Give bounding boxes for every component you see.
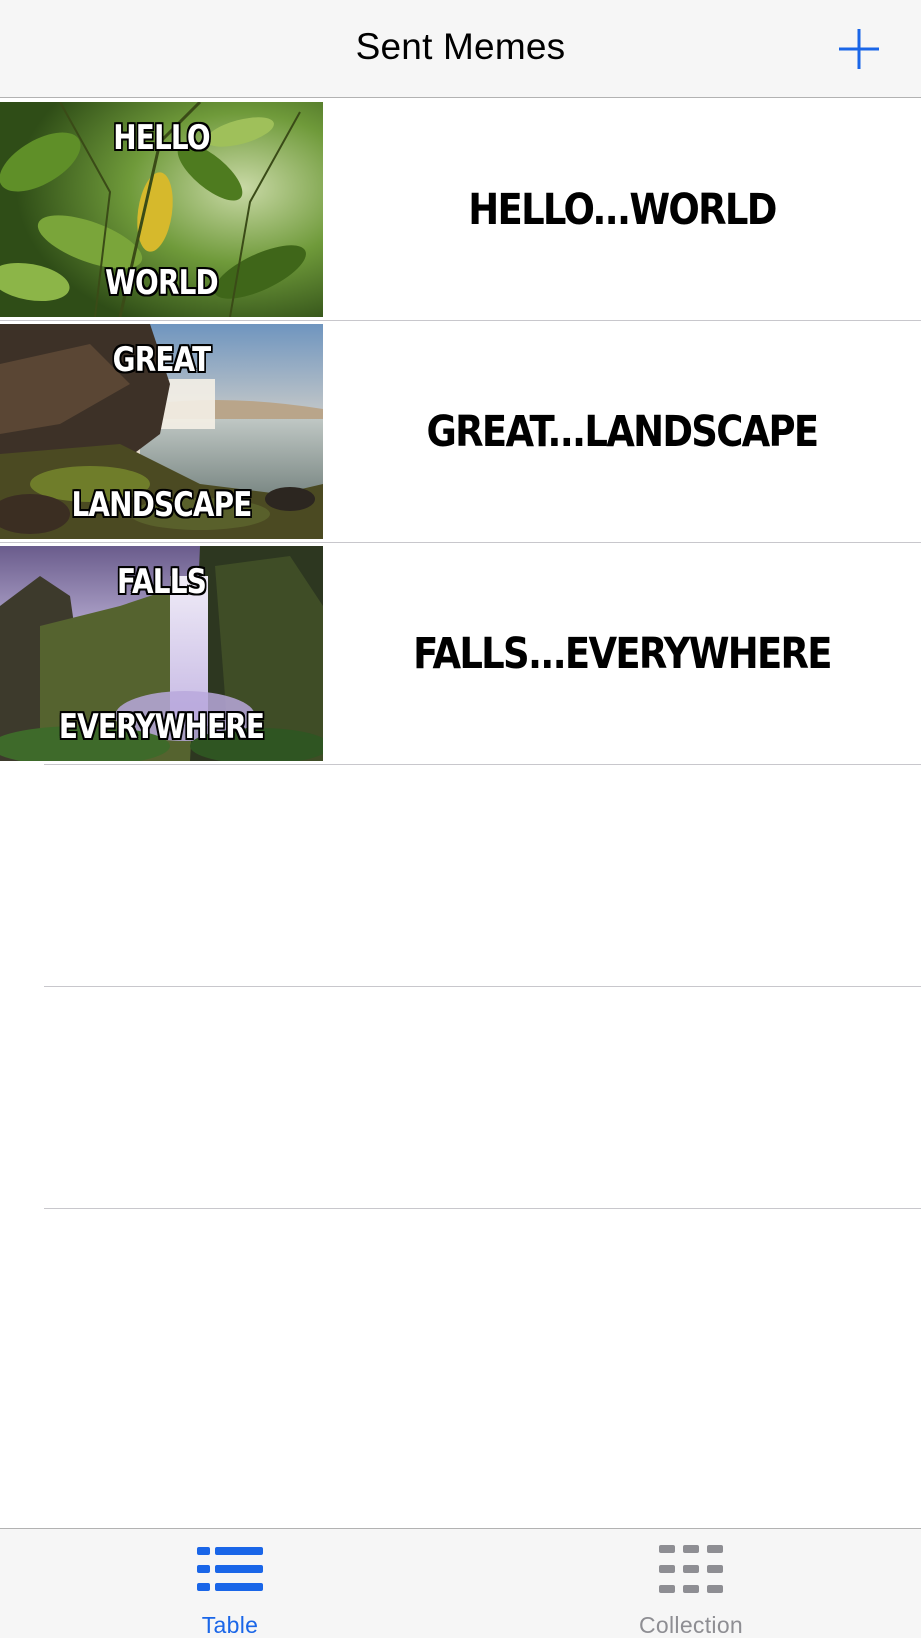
meme-title: HELLO...WORLD: [468, 185, 777, 235]
empty-row: [0, 987, 921, 1209]
navigation-bar: Sent Memes: [0, 0, 921, 98]
add-meme-button[interactable]: [839, 29, 879, 69]
meme-top-text: GREAT: [112, 340, 212, 380]
tab-label-table: Table: [201, 1612, 259, 1638]
memes-table: HELLO WORLD HELLO...WORLD GREAT LANDSCAP…: [0, 99, 921, 1209]
meme-bottom-text: EVERYWHERE: [58, 707, 265, 747]
meme-bottom-text: WORLD: [105, 263, 219, 303]
table-row[interactable]: HELLO WORLD HELLO...WORLD: [0, 99, 921, 321]
empty-row: [0, 765, 921, 987]
meme-thumbnail: HELLO WORLD: [0, 102, 323, 317]
meme-thumbnail: FALLS EVERYWHERE: [0, 546, 323, 761]
row-separator: [44, 1208, 921, 1209]
tab-label-collection: Collection: [639, 1612, 743, 1638]
meme-title: GREAT...LANDSCAPE: [426, 407, 820, 457]
list-icon: [197, 1547, 263, 1591]
table-row[interactable]: GREAT LANDSCAPE GREAT...LANDSCAPE: [0, 321, 921, 543]
meme-top-text: FALLS: [117, 562, 207, 602]
meme-top-text: HELLO: [113, 118, 210, 158]
meme-title: FALLS...EVERYWHERE: [413, 629, 832, 679]
tab-bar: Table Collection: [0, 1528, 921, 1638]
plus-icon: [839, 29, 879, 69]
tab-table[interactable]: Table: [0, 1529, 460, 1638]
tab-collection[interactable]: Collection: [461, 1529, 921, 1638]
grid-icon: [659, 1545, 723, 1593]
meme-thumbnail: GREAT LANDSCAPE: [0, 324, 323, 539]
table-row[interactable]: FALLS EVERYWHERE FALLS...EVERYWHERE: [0, 543, 921, 765]
meme-bottom-text: LANDSCAPE: [71, 485, 252, 525]
page-title: Sent Memes: [355, 26, 566, 67]
